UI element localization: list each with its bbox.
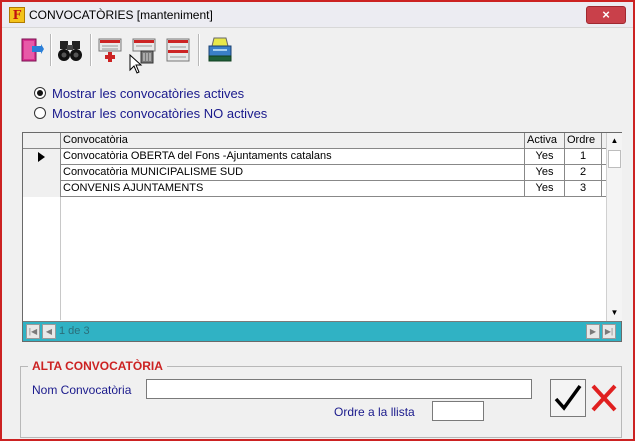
radio-label-inactive: Mostrar les convocatòries NO actives xyxy=(52,105,268,121)
checkmark-icon xyxy=(554,384,582,411)
row-order[interactable]: 2 xyxy=(565,165,602,181)
edit-record-icon[interactable] xyxy=(164,36,192,64)
toolbar-separator xyxy=(198,34,200,66)
radio-show-active[interactable]: Mostrar les convocatòries actives xyxy=(34,84,244,102)
confirm-button[interactable] xyxy=(550,379,586,417)
row-name[interactable]: Convocatòria OBERTA del Fons -Ajuntament… xyxy=(61,149,525,165)
cancel-button[interactable] xyxy=(587,379,621,417)
row-name[interactable]: Convocatòria MUNICIPALISME SUD xyxy=(61,165,525,181)
grid-empty-area xyxy=(23,197,61,320)
name-label: Nom Convocatòria xyxy=(32,383,132,397)
previous-record-icon[interactable]: ◀ xyxy=(42,324,56,339)
last-record-icon[interactable]: ▶| xyxy=(602,324,616,339)
name-input[interactable] xyxy=(146,379,532,399)
radio-button[interactable] xyxy=(34,87,46,99)
row-active[interactable]: Yes xyxy=(525,165,565,181)
mouse-cursor-icon xyxy=(129,54,143,74)
add-record-icon[interactable] xyxy=(96,36,124,64)
radio-show-inactive[interactable]: Mostrar les convocatòries NO actives xyxy=(34,104,267,122)
table-row[interactable]: Convocatòria OBERTA del Fons -Ajuntament… xyxy=(23,149,606,165)
order-input[interactable] xyxy=(432,401,484,421)
scroll-thumb[interactable] xyxy=(608,150,621,168)
row-order[interactable]: 3 xyxy=(565,181,602,197)
table-row[interactable]: Convocatòria MUNICIPALISME SUD Yes 2 xyxy=(23,165,606,181)
header-activa[interactable]: Activa xyxy=(525,133,565,149)
radio-button[interactable] xyxy=(34,107,46,119)
radio-label-active: Mostrar les convocatòries actives xyxy=(52,85,245,101)
record-position: 1 de 3 xyxy=(59,325,90,337)
scroll-up-icon[interactable]: ▲ xyxy=(607,133,622,149)
window-title: CONVOCATÒRIES [manteniment] xyxy=(29,8,213,22)
toolbar-separator xyxy=(90,34,92,66)
close-button[interactable]: × xyxy=(586,6,626,24)
print-icon[interactable] xyxy=(206,36,234,64)
add-convocatoria-group xyxy=(20,366,622,438)
row-active[interactable]: Yes xyxy=(525,181,565,197)
table-row[interactable]: CONVENIS AJUNTAMENTS Yes 3 xyxy=(23,181,606,197)
row-indicator xyxy=(23,181,61,197)
current-row-arrow-icon xyxy=(38,152,45,162)
row-indicator xyxy=(23,149,61,165)
header-convocatoria[interactable]: Convocatòria xyxy=(61,133,525,149)
binoculars-search-icon[interactable] xyxy=(56,36,84,64)
section-title: ALTA CONVOCATÒRIA xyxy=(28,359,167,373)
next-record-icon[interactable]: ▶ xyxy=(586,324,600,339)
row-order[interactable]: 1 xyxy=(565,149,602,165)
header-indicator xyxy=(23,133,61,149)
vertical-scrollbar[interactable]: ▲ ▼ xyxy=(606,133,622,321)
first-record-icon[interactable]: |◀ xyxy=(26,324,40,339)
record-navigator: |◀ ◀ 1 de 3 ▶ ▶| xyxy=(23,321,621,341)
header-ordre[interactable]: Ordre xyxy=(565,133,602,149)
exit-door-icon[interactable] xyxy=(16,36,44,64)
order-label: Ordre a la llista xyxy=(334,405,415,419)
row-name[interactable]: CONVENIS AJUNTAMENTS xyxy=(61,181,525,197)
cancel-x-icon xyxy=(591,384,617,412)
main-window: F CONVOCATÒRIES [manteniment] × Mostrar … xyxy=(0,0,635,441)
toolbar-separator xyxy=(50,34,52,66)
convocatories-grid[interactable]: Convocatòria Activa Ordre Convocatòria O… xyxy=(22,132,622,342)
grid-header: Convocatòria Activa Ordre xyxy=(23,133,606,149)
app-icon: F xyxy=(9,7,25,23)
scroll-down-icon[interactable]: ▼ xyxy=(607,305,622,321)
row-active[interactable]: Yes xyxy=(525,149,565,165)
title-bar[interactable]: F CONVOCATÒRIES [manteniment] × xyxy=(2,2,633,28)
row-indicator xyxy=(23,165,61,181)
